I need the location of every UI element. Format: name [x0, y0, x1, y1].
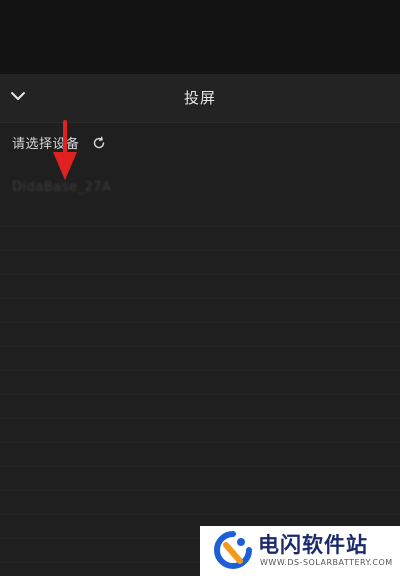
refresh-icon[interactable]: [92, 135, 106, 149]
watermark-name: 电闪软件站: [258, 533, 368, 557]
header-bar: 投屏: [0, 74, 400, 123]
device-list-item[interactable]: DidaBase_27A: [0, 175, 260, 203]
cast-screen: 投屏 请选择设备 DidaBase_27A 电闪软件站 WWW.DS-SOLAR…: [0, 0, 400, 576]
watermark: 电闪软件站 WWW.DS-SOLARBATTERY.COM: [200, 526, 400, 576]
device-panel: 请选择设备 DidaBase_27A: [0, 123, 400, 576]
select-device-label: 请选择设备: [12, 136, 80, 152]
watermark-url: WWW.DS-SOLARBATTERY.COM: [260, 558, 393, 567]
status-area: [0, 0, 400, 74]
ds-logo-icon: [214, 531, 252, 569]
select-device-row: 请选择设备: [12, 132, 106, 152]
device-name: DidaBase_27A: [12, 180, 112, 195]
page-title: 投屏: [183, 89, 216, 107]
device-list-area: [0, 203, 400, 576]
